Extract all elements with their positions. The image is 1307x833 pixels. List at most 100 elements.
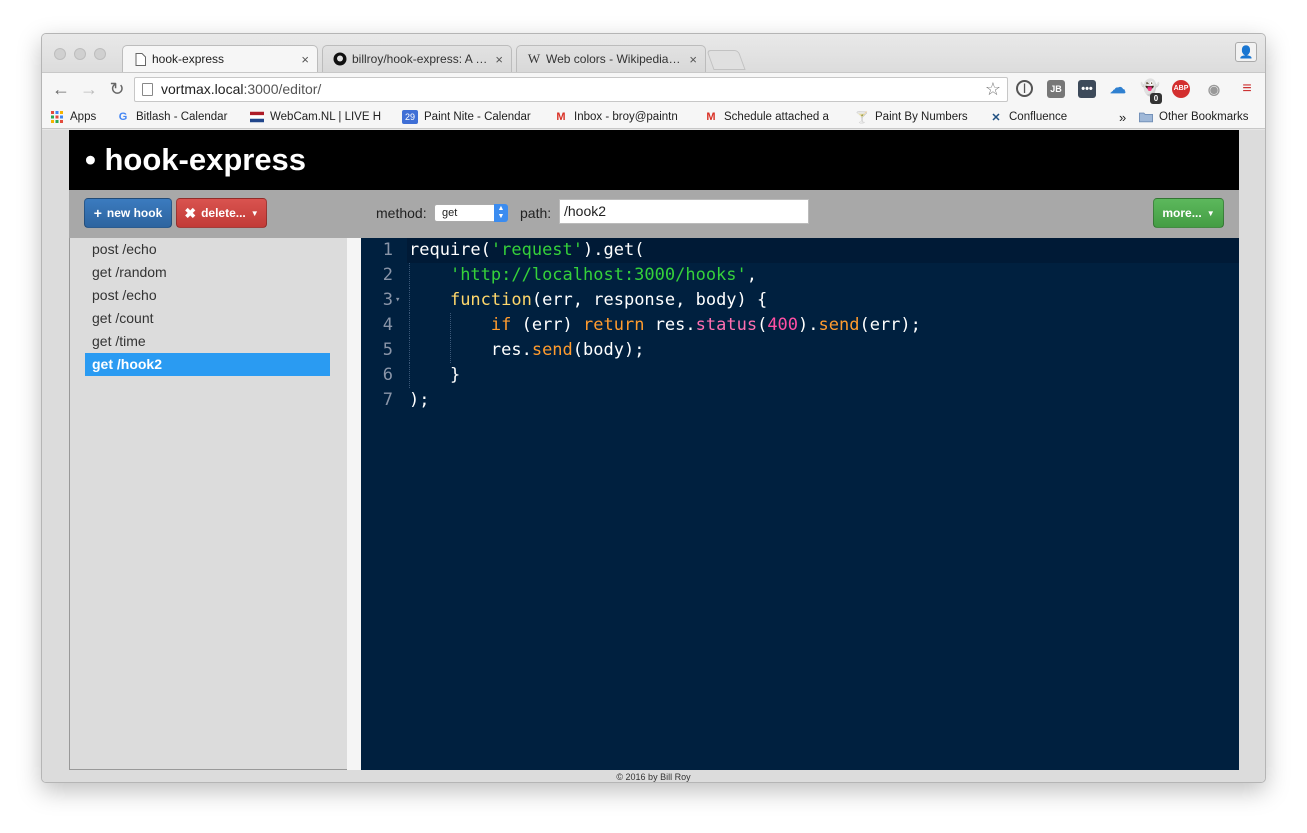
page-icon	[142, 83, 153, 96]
code-token: (body);	[572, 340, 645, 360]
hook-list-item[interactable]: post /echo	[85, 284, 330, 307]
cocktail-icon: 🍸	[855, 111, 869, 124]
bookmark-inbox[interactable]: M Inbox - broy@paintn	[554, 109, 690, 125]
code-token: 'http://localhost:3000/hooks'	[449, 265, 747, 285]
zoom-window-button[interactable]	[94, 48, 106, 60]
onepassword-icon[interactable]: |	[1016, 80, 1033, 97]
wikipedia-icon: W	[527, 51, 541, 66]
bookmark-paint-nite-calendar[interactable]: 29 Paint Nite - Calendar	[402, 109, 542, 125]
method-select[interactable]: get ▲ ▼	[434, 204, 508, 222]
bookmarks-overflow-button[interactable]: »	[1119, 109, 1126, 125]
indent-guide	[409, 313, 410, 338]
reload-button[interactable]: ↻	[106, 78, 128, 100]
bookmarks-bar: Apps G Bitlash - Calendar WebCam.NL | LI…	[42, 105, 1265, 129]
indent-guide	[409, 338, 410, 363]
code-editor[interactable]: 1 2 3 4 5 6 7 ▾ require('request').get( 'http:/…	[361, 238, 1239, 770]
apps-grid-icon	[50, 110, 64, 124]
tab-title: hook-express	[152, 52, 225, 66]
indent-guide	[449, 338, 451, 363]
tab-close-icon[interactable]: ×	[495, 52, 503, 67]
hook-list-item[interactable]: get /random	[85, 261, 330, 284]
profile-icon[interactable]: 👤	[1235, 42, 1257, 62]
gmail-icon: M	[706, 111, 716, 123]
tab-wikipedia[interactable]: W Web colors - Wikipedia, the ×	[516, 45, 706, 72]
hook-list-item-selected[interactable]: get /hook2	[85, 353, 330, 376]
bookmark-star-icon[interactable]: ☆	[985, 78, 1001, 101]
jb-extension-icon[interactable]: JB	[1047, 80, 1065, 98]
tab-close-icon[interactable]: ×	[689, 52, 697, 67]
code-token: ,	[746, 265, 758, 285]
code-token: res.	[409, 340, 532, 360]
bookmark-paint-by-numbers[interactable]: 🍸 Paint By Numbers	[855, 109, 968, 125]
hook-list-item[interactable]: get /time	[85, 330, 330, 353]
forward-button[interactable]: →	[78, 78, 100, 100]
close-window-button[interactable]	[54, 48, 66, 60]
code-line: if (err) return res.status(400).send(err…	[409, 313, 921, 338]
more-dots-icon[interactable]: •••	[1078, 80, 1096, 98]
tab-title: Web colors - Wikipedia, the	[546, 52, 684, 66]
adblock-icon[interactable]: ABP	[1172, 80, 1190, 98]
minimize-window-button[interactable]	[74, 48, 86, 60]
path-label: path:	[520, 205, 552, 221]
line-number: 3	[382, 290, 393, 310]
fold-arrow-icon[interactable]: ▾	[395, 288, 400, 313]
google-icon: G	[118, 111, 128, 123]
more-button[interactable]: more... ▼	[1153, 198, 1224, 228]
code-token: (	[757, 315, 768, 335]
url-path: :3000/editor/	[243, 81, 322, 97]
tab-hook-express[interactable]: hook-express ×	[122, 45, 318, 72]
bookmark-other-bookmarks[interactable]: Other Bookmarks	[1139, 109, 1248, 125]
address-bar[interactable]: vortmax.local:3000/editor/ ☆	[134, 77, 1008, 102]
tab-title: billroy/hook-express: A mic	[352, 52, 490, 66]
menu-icon[interactable]: ≡	[1238, 80, 1256, 98]
control-bar: + new hook ✖ delete... ▼ method: get ▲ ▼ …	[69, 190, 1239, 238]
code-token: function	[449, 290, 532, 310]
delete-button[interactable]: ✖ delete... ▼	[176, 198, 267, 228]
sidebar-scrollbar[interactable]	[347, 238, 361, 770]
code-token: ).	[798, 315, 819, 335]
folder-icon	[1139, 110, 1153, 124]
cloud-icon[interactable]: ☁	[1109, 80, 1127, 98]
x-icon: ✖	[184, 204, 197, 221]
code-line: require('request').get(	[409, 238, 644, 263]
flag-icon	[250, 110, 264, 124]
code-token: if	[490, 315, 512, 335]
back-button[interactable]: ←	[50, 78, 72, 100]
line-number-gutter: 1 2 3 4 5 6 7 ▾	[361, 238, 407, 770]
bookmark-webcam[interactable]: WebCam.NL | LIVE H	[250, 109, 388, 125]
indent-guide	[449, 313, 451, 338]
page-content: • hook-express + new hook ✖ delete... ▼ …	[42, 130, 1265, 782]
path-input[interactable]: /hook2	[559, 199, 809, 224]
code-token: res.	[644, 315, 696, 335]
code-token: (err);	[859, 315, 921, 335]
line-number: 4	[382, 315, 393, 335]
code-token: (err, response, body) {	[531, 290, 768, 310]
code-line: 'http://localhost:3000/hooks',	[409, 263, 757, 288]
tab-strip: hook-express × billroy/hook-express: A m…	[42, 34, 1265, 72]
caret-down-icon: ▼	[1206, 208, 1215, 218]
code-token: 400	[767, 315, 799, 335]
bookmark-confluence[interactable]: ✕ Confluence	[989, 109, 1067, 125]
hook-list-item[interactable]: get /count	[85, 307, 330, 330]
bookmark-apps[interactable]: Apps	[50, 109, 96, 125]
code-token: send	[818, 315, 860, 335]
circle-extension-icon[interactable]: ◉	[1205, 80, 1223, 98]
hook-list-item[interactable]: post /echo	[85, 238, 330, 261]
bookmark-schedule-attached[interactable]: M Schedule attached a	[704, 109, 840, 125]
gmail-icon: M	[556, 111, 566, 123]
plus-icon: +	[93, 205, 102, 221]
browser-window: hook-express × billroy/hook-express: A m…	[41, 33, 1266, 783]
new-hook-button[interactable]: + new hook	[84, 198, 172, 228]
select-arrows-icon: ▲ ▼	[494, 204, 508, 222]
tab-github[interactable]: billroy/hook-express: A mic ×	[322, 45, 512, 72]
code-token: 'request'	[490, 240, 584, 260]
line-number: 6	[382, 365, 393, 385]
code-token: require(	[409, 240, 491, 260]
indent-guide	[409, 263, 410, 288]
bookmark-bitlash-calendar[interactable]: G Bitlash - Calendar	[116, 109, 241, 125]
github-icon	[333, 52, 347, 66]
tab-close-icon[interactable]: ×	[301, 52, 309, 67]
new-tab-button[interactable]	[706, 50, 746, 70]
confluence-icon: ✕	[991, 111, 1001, 124]
code-line: );	[409, 388, 429, 413]
